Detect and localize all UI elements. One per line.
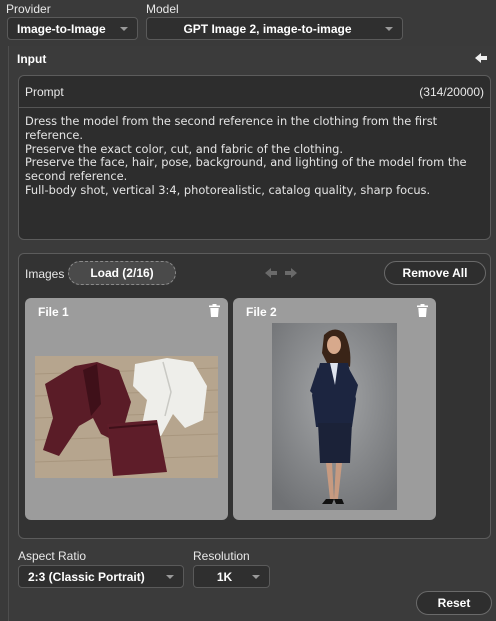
input-section-title: Input [17, 52, 47, 66]
images-panel: Images Load (2/16) Remove All File 1 Fil… [18, 253, 491, 539]
prompt-divider [19, 107, 490, 108]
arrow-right-icon[interactable] [284, 267, 298, 279]
provider-label: Provider [6, 2, 51, 16]
file-card-2[interactable]: File 2 [233, 298, 436, 520]
prompt-counter: (314/20000) [419, 85, 484, 99]
file-2-image [272, 323, 397, 510]
model-label: Model [146, 2, 179, 16]
collapse-arrow-icon[interactable] [474, 52, 488, 64]
provider-select-value: Image-to-Image [17, 21, 106, 36]
model-select[interactable]: GPT Image 2, image-to-image [146, 17, 403, 40]
aspect-ratio-value: 2:3 (Classic Portrait) [28, 569, 145, 584]
caret-down-icon [166, 575, 174, 579]
prompt-label: Prompt [25, 85, 64, 99]
aspect-ratio-select[interactable]: 2:3 (Classic Portrait) [18, 565, 184, 588]
aspect-ratio-label: Aspect Ratio [18, 549, 87, 563]
remove-all-button[interactable]: Remove All [384, 261, 486, 285]
file-1-image [35, 356, 218, 478]
file-title: File 2 [246, 305, 277, 319]
trash-icon[interactable] [417, 304, 428, 317]
resolution-value: 1K [216, 569, 233, 584]
file-card-1[interactable]: File 1 [25, 298, 228, 520]
caret-down-icon [252, 575, 260, 579]
prompt-textarea[interactable]: Dress the model from the second referenc… [25, 114, 487, 198]
images-label: Images [25, 267, 65, 281]
arrow-left-icon[interactable] [264, 267, 278, 279]
resolution-label: Resolution [193, 549, 250, 563]
caret-down-icon [385, 27, 393, 31]
model-select-value: GPT Image 2, image-to-image [183, 21, 352, 36]
resolution-select[interactable]: 1K [193, 565, 270, 588]
prompt-field[interactable]: Prompt (314/20000) Dress the model from … [18, 75, 491, 240]
provider-select[interactable]: Image-to-Image [7, 17, 138, 40]
file-title: File 1 [38, 305, 69, 319]
caret-down-icon [120, 27, 128, 31]
trash-icon[interactable] [209, 304, 220, 317]
reset-button[interactable]: Reset [416, 591, 492, 615]
load-button[interactable]: Load (2/16) [68, 261, 176, 285]
